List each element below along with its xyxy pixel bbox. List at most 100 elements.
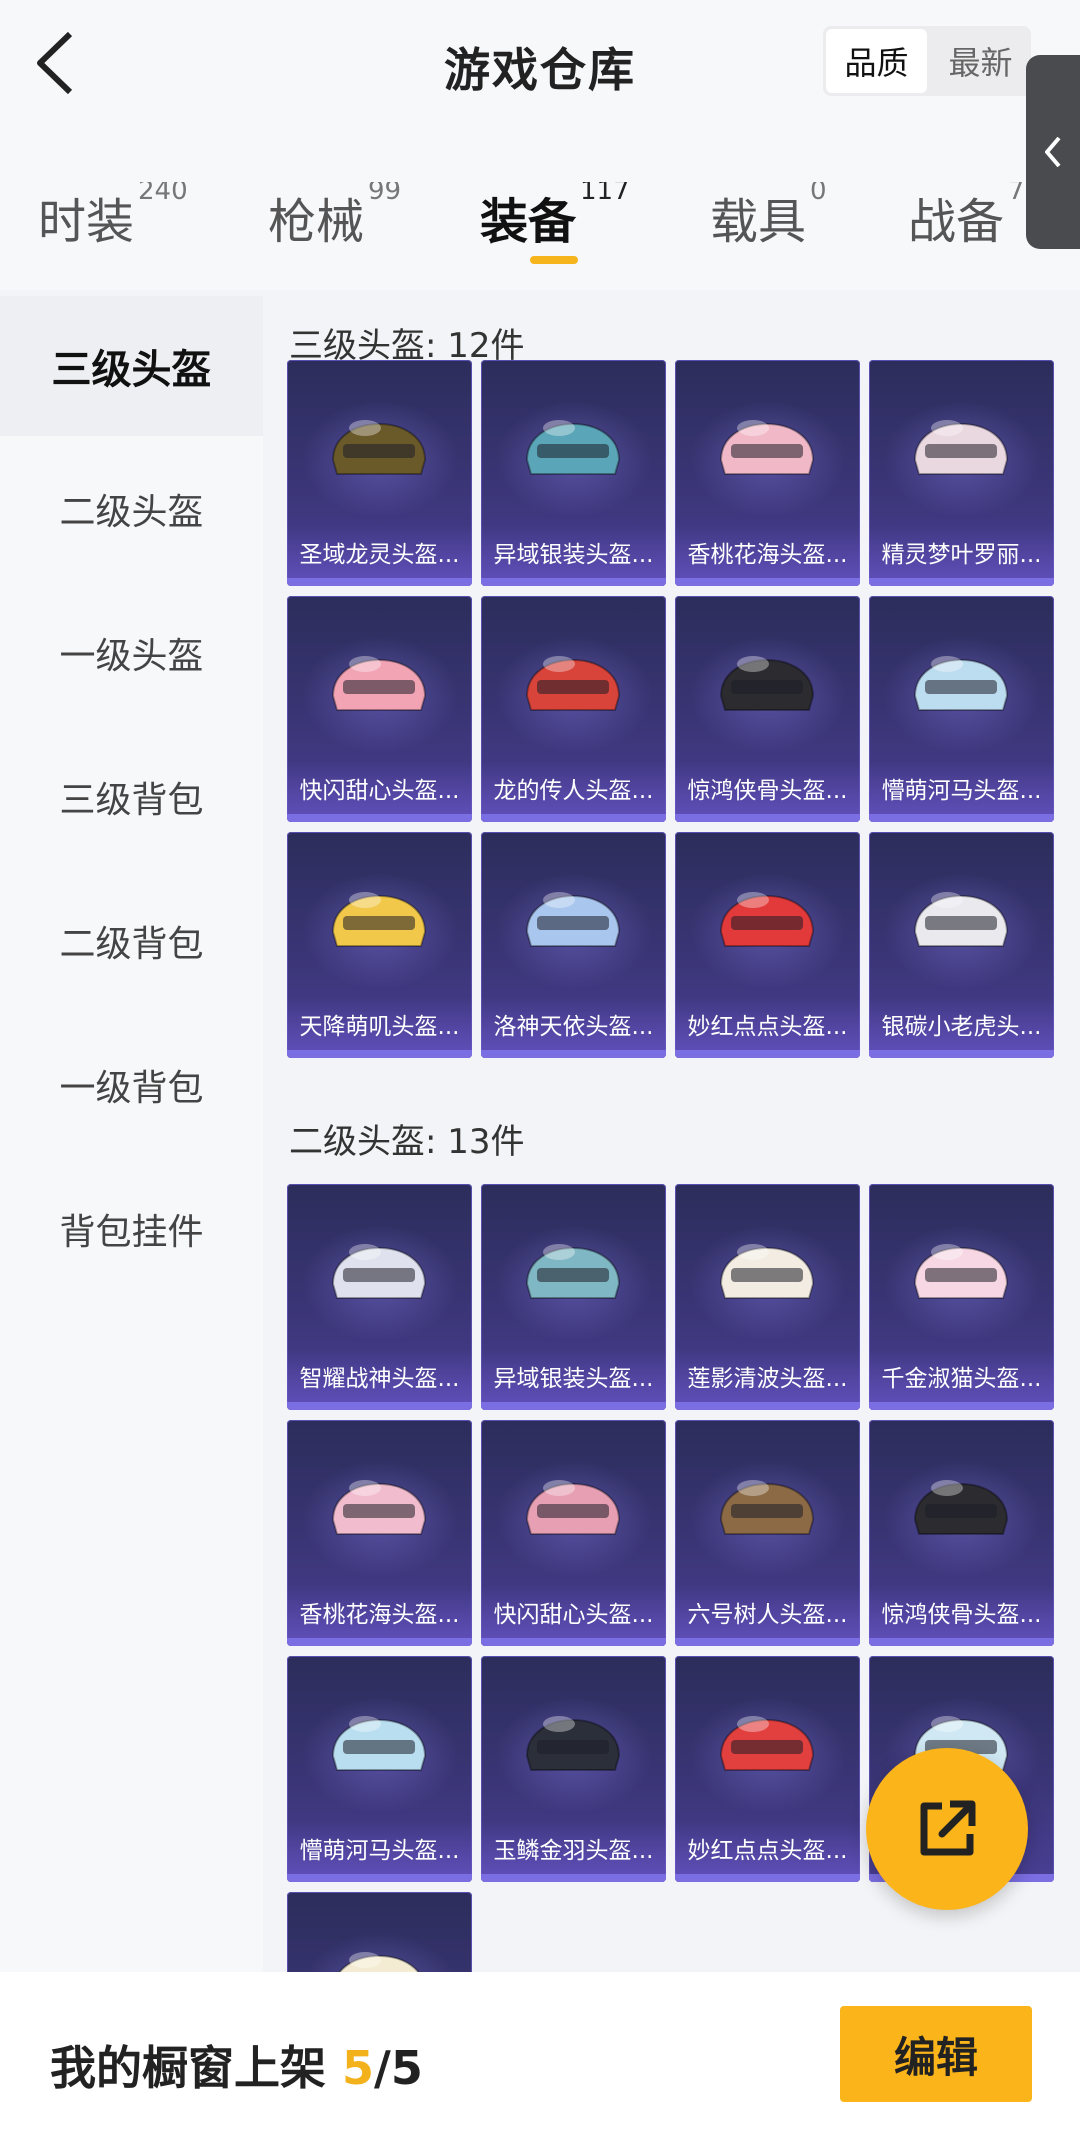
item-name: 莲影清波头盔... — [675, 1350, 860, 1402]
category-tabs: 时装240 枪械99 装备117 载具0 战备7 — [0, 182, 1040, 262]
item-name: 香桃花海头盔... — [675, 526, 860, 578]
tab-fashion[interactable]: 时装240 — [38, 182, 188, 252]
helmet-icon — [525, 656, 621, 711]
helmet-icon — [913, 1244, 1009, 1299]
card-bottom-bar — [675, 578, 860, 586]
card-bottom-bar — [869, 578, 1054, 586]
sidebar-item-level2-helmet[interactable]: 二级头盔 — [0, 439, 263, 579]
showcase-separator: / — [374, 2041, 391, 2095]
item-card[interactable]: 龙的传人头盔... — [481, 596, 666, 822]
item-name: 洛神天依头盔... — [481, 998, 666, 1050]
item-card[interactable]: 香桃花海头盔... — [675, 360, 860, 586]
item-name: 精灵梦叶罗丽... — [869, 526, 1054, 578]
sidebar-item-level1-backpack[interactable]: 一级背包 — [0, 1015, 263, 1155]
item-card[interactable]: 懵萌河马头盔... — [869, 596, 1054, 822]
showcase-total: 5 — [390, 2041, 423, 2095]
tab-label: 装备 — [480, 194, 577, 250]
item-card[interactable]: 玉鳞金羽头盔... — [481, 1656, 666, 1882]
showcase-status: 我的橱窗上架 5/5 — [50, 2032, 423, 2098]
item-card[interactable]: 精灵梦叶罗丽... — [869, 360, 1054, 586]
item-card[interactable]: 快闪甜心头盔... — [287, 596, 472, 822]
share-icon — [920, 1800, 976, 1856]
item-name: 懵萌河马头盔... — [869, 762, 1054, 814]
item-card[interactable]: 智耀战神头盔... — [287, 1184, 472, 1410]
helmet-icon — [525, 892, 621, 947]
sidebar-item-level3-helmet[interactable]: 三级头盔 — [0, 296, 263, 436]
item-card[interactable]: 妙红点点头盔... — [675, 1656, 860, 1882]
item-card[interactable]: 天降萌叽头盔... — [287, 832, 472, 1058]
sort-option-newest[interactable]: 最新 — [930, 26, 1031, 96]
tab-vehicles[interactable]: 载具0 — [710, 182, 827, 252]
item-name: 智耀战神头盔... — [287, 1350, 472, 1402]
item-card[interactable]: 千金淑猫头盔... — [869, 1184, 1054, 1410]
card-bottom-bar — [481, 1050, 666, 1058]
subcategory-sidebar: 三级头盔 二级头盔 一级头盔 三级背包 二级背包 一级背包 背包挂件 — [0, 296, 263, 1972]
edit-button[interactable]: 编辑 — [840, 2006, 1032, 2102]
tab-gear[interactable]: 战备7 — [908, 182, 1025, 252]
section-title: 二级头盔: 13件 — [289, 1122, 525, 1162]
card-bottom-bar — [287, 1050, 472, 1058]
item-card[interactable]: 惊鸿侠骨头盔... — [675, 596, 860, 822]
tab-count: 0 — [810, 182, 827, 206]
sort-option-quality[interactable]: 品质 — [826, 29, 927, 93]
card-bottom-bar — [481, 1402, 666, 1410]
card-bottom-bar — [287, 578, 472, 586]
item-card[interactable]: 莲影清波头盔... — [675, 1184, 860, 1410]
helmet-icon — [719, 1716, 815, 1771]
item-card[interactable] — [287, 1892, 472, 1972]
active-tab-indicator — [530, 256, 578, 264]
helmet-icon — [331, 892, 427, 947]
tab-label: 战备 — [908, 194, 1005, 250]
item-name: 天降萌叽头盔... — [287, 998, 472, 1050]
card-bottom-bar — [481, 578, 666, 586]
card-bottom-bar — [287, 1402, 472, 1410]
item-name: 妙红点点头盔... — [675, 998, 860, 1050]
item-card[interactable]: 异域银装头盔... — [481, 360, 666, 586]
item-card[interactable]: 圣域龙灵头盔... — [287, 360, 472, 586]
item-card[interactable]: 银碳小老虎头... — [869, 832, 1054, 1058]
side-panel-handle[interactable] — [1026, 55, 1080, 249]
share-button[interactable] — [866, 1748, 1028, 1910]
card-bottom-bar — [287, 1638, 472, 1646]
top-bar: 游戏仓库 品质 最新 时装240 枪械99 装备117 载具0 战备7 — [0, 0, 1080, 290]
item-name: 玉鳞金羽头盔... — [481, 1822, 666, 1874]
chevron-left-icon — [1045, 136, 1061, 168]
item-name: 异域银装头盔... — [481, 1350, 666, 1402]
item-card[interactable]: 妙红点点头盔... — [675, 832, 860, 1058]
item-card[interactable]: 异域银装头盔... — [481, 1184, 666, 1410]
sidebar-item-level2-backpack[interactable]: 二级背包 — [0, 871, 263, 1011]
sidebar-item-level3-backpack[interactable]: 三级背包 — [0, 727, 263, 867]
helmet-icon — [913, 420, 1009, 475]
item-card[interactable]: 惊鸿侠骨头盔... — [869, 1420, 1054, 1646]
sort-toggle: 品质 最新 — [823, 26, 1031, 96]
showcase-bar: 我的橱窗上架 5/5 编辑 — [0, 1972, 1080, 2152]
card-bottom-bar — [287, 814, 472, 822]
tab-guns[interactable]: 枪械99 — [268, 182, 401, 252]
showcase-used-count: 5 — [342, 2041, 375, 2095]
item-name: 懵萌河马头盔... — [287, 1822, 472, 1874]
card-bottom-bar — [869, 1050, 1054, 1058]
helmet-icon — [525, 1480, 621, 1535]
item-name: 异域银装头盔... — [481, 526, 666, 578]
item-name: 惊鸿侠骨头盔... — [675, 762, 860, 814]
helmet-icon — [525, 420, 621, 475]
helmet-icon — [719, 1244, 815, 1299]
tab-count: 99 — [368, 182, 402, 206]
card-bottom-bar — [869, 1402, 1054, 1410]
item-card[interactable]: 快闪甜心头盔... — [481, 1420, 666, 1646]
card-bottom-bar — [287, 1874, 472, 1882]
item-card[interactable]: 六号树人头盔... — [675, 1420, 860, 1646]
item-name: 圣域龙灵头盔... — [287, 526, 472, 578]
helmet-icon — [331, 656, 427, 711]
sidebar-item-level1-helmet[interactable]: 一级头盔 — [0, 583, 263, 723]
helmet-icon — [719, 656, 815, 711]
item-name: 快闪甜心头盔... — [481, 1586, 666, 1638]
showcase-label: 我的橱窗上架 — [50, 2041, 326, 2095]
item-card[interactable]: 香桃花海头盔... — [287, 1420, 472, 1646]
sidebar-item-backpack-charm[interactable]: 背包挂件 — [0, 1159, 263, 1299]
tab-count: 117 — [580, 182, 630, 206]
helmet-icon — [719, 1480, 815, 1535]
item-card[interactable]: 洛神天依头盔... — [481, 832, 666, 1058]
item-card[interactable]: 懵萌河马头盔... — [287, 1656, 472, 1882]
tab-equipment[interactable]: 装备117 — [480, 182, 630, 252]
